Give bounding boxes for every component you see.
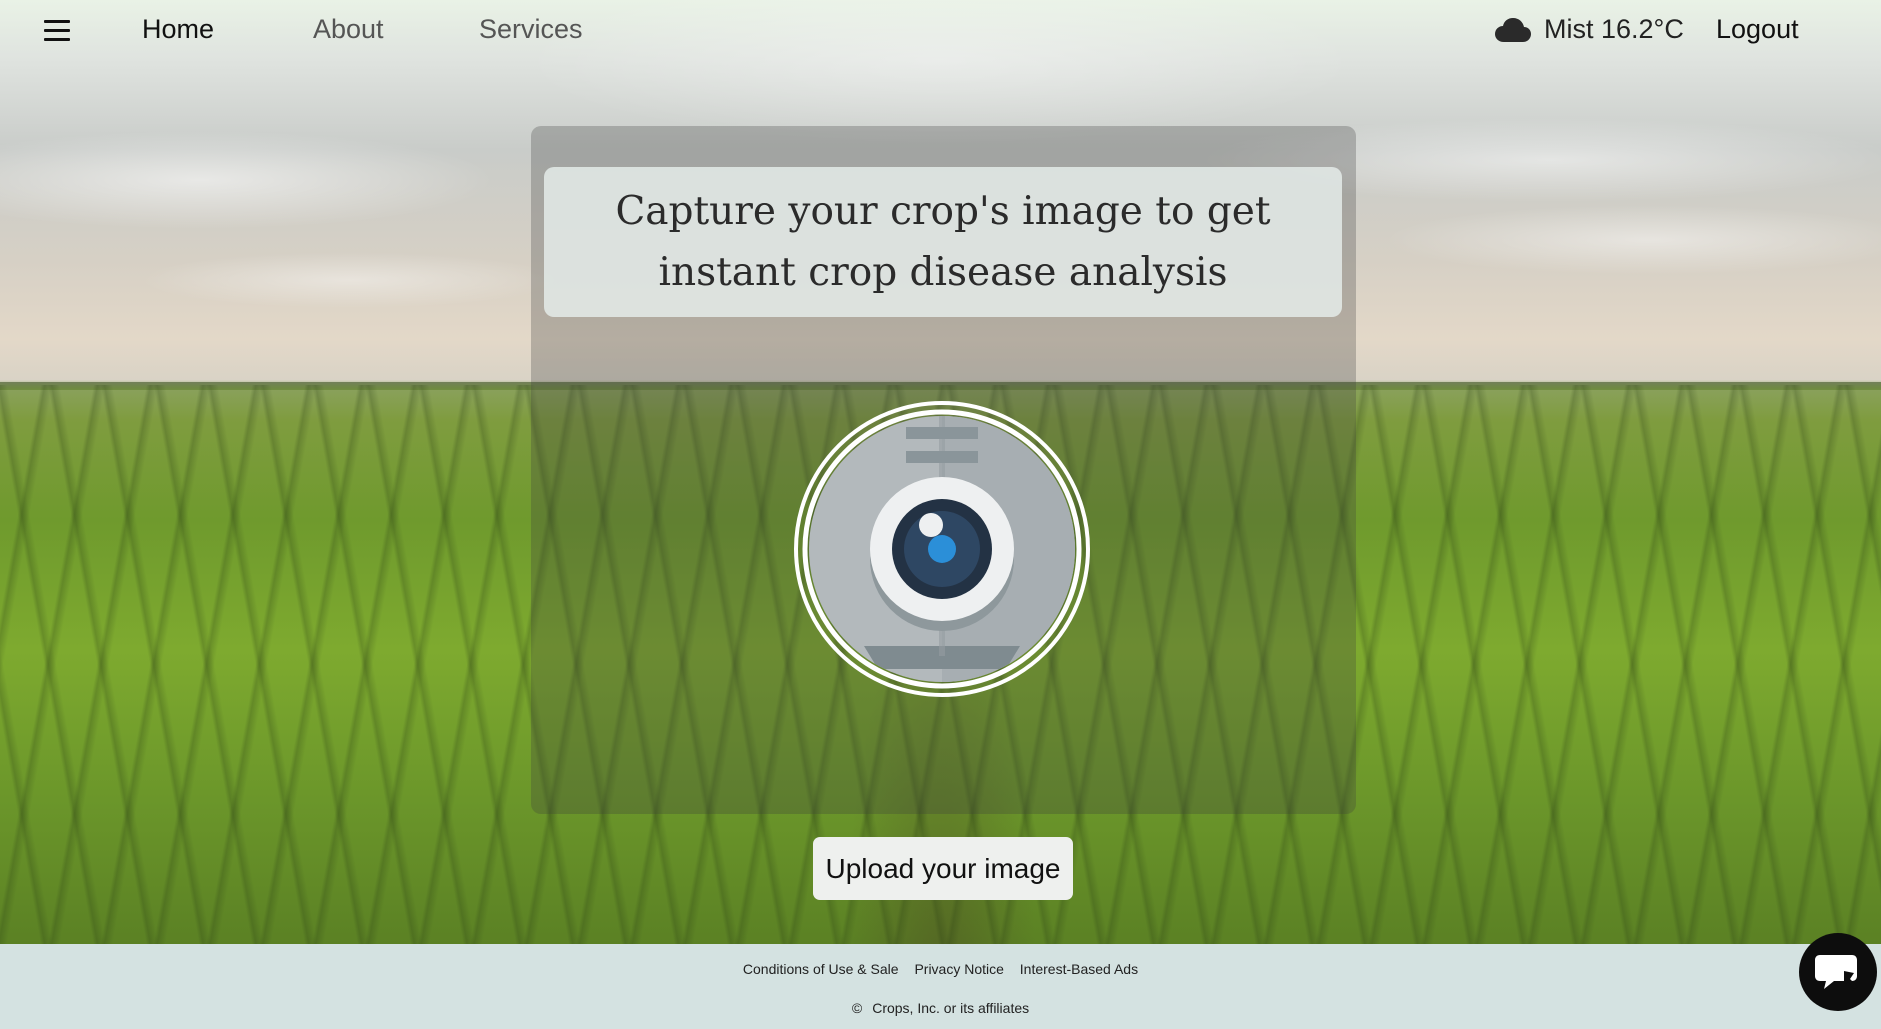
hamburger-menu-icon[interactable] bbox=[44, 20, 70, 42]
page-headline: Capture your crop's image to get instant… bbox=[615, 189, 1271, 295]
copyright: © Crops, Inc. or its affiliates bbox=[0, 1000, 1881, 1016]
logout-link[interactable]: Logout bbox=[1716, 14, 1799, 45]
chat-button[interactable] bbox=[1799, 933, 1877, 1011]
nav-about-link[interactable]: About bbox=[313, 14, 384, 45]
chat-icon bbox=[1815, 955, 1858, 989]
footer-links: Conditions of Use & Sale Privacy Notice … bbox=[0, 961, 1881, 977]
nav-home-link[interactable]: Home bbox=[142, 14, 214, 45]
weather-widget: Mist 16.2°C bbox=[1495, 14, 1684, 45]
footer-link-ads[interactable]: Interest-Based Ads bbox=[1020, 961, 1138, 977]
headline-card: Capture your crop's image to get instant… bbox=[544, 167, 1342, 317]
copyright-symbol: © bbox=[851, 1000, 863, 1016]
top-navbar: Home About Services Mist 16.2°C Logout bbox=[0, 0, 1881, 64]
page: Home About Services Mist 16.2°C Logout C… bbox=[0, 0, 1881, 1029]
footer: Conditions of Use & Sale Privacy Notice … bbox=[0, 944, 1881, 1029]
webcam-icon[interactable] bbox=[794, 401, 1090, 697]
weather-text: Mist 16.2°C bbox=[1544, 14, 1684, 44]
footer-link-privacy[interactable]: Privacy Notice bbox=[914, 961, 1003, 977]
cloud-icon bbox=[1495, 17, 1531, 42]
copyright-text: Crops, Inc. or its affiliates bbox=[872, 1000, 1030, 1016]
nav-services-link[interactable]: Services bbox=[479, 14, 583, 45]
footer-link-conditions[interactable]: Conditions of Use & Sale bbox=[743, 961, 899, 977]
upload-image-button[interactable]: Upload your image bbox=[813, 837, 1073, 900]
